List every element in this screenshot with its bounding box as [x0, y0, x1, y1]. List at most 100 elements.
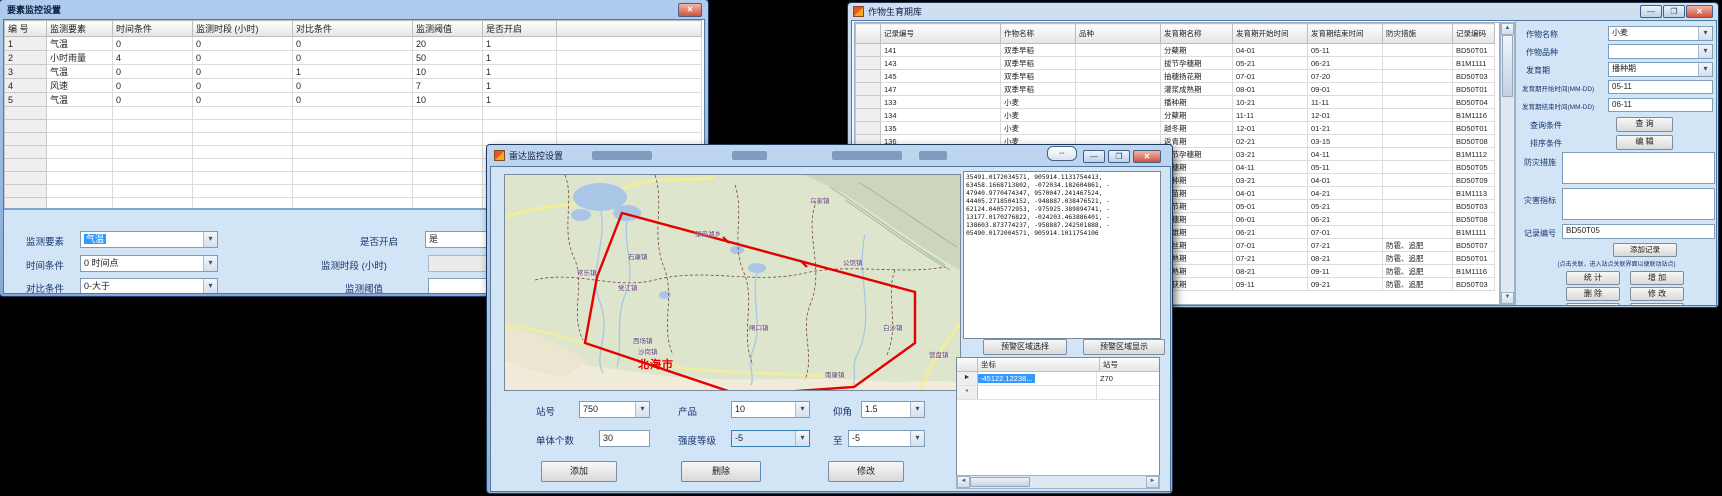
delete-button[interactable]: 删 除: [1566, 287, 1620, 301]
chevron-down-icon[interactable]: ▾: [203, 256, 217, 271]
product-select[interactable]: 10 ▾: [731, 401, 810, 418]
minimize-icon[interactable]: —: [1083, 150, 1105, 163]
growth-period-select[interactable]: 播种期 ▾: [1608, 62, 1713, 77]
chevron-down-icon[interactable]: ▾: [795, 431, 809, 446]
period-start-input[interactable]: 05-11: [1608, 80, 1713, 94]
table-row[interactable]: 134小麦分蘖期11-1112-01B1M1116: [856, 109, 1495, 122]
titlebar-radar[interactable]: 雷达监控设置 ⇔ — ❐ ✕: [487, 145, 1172, 165]
chevron-down-icon[interactable]: ▾: [203, 232, 217, 247]
resize-icon[interactable]: ⇔: [1047, 146, 1077, 161]
show-warning-area-button[interactable]: 预警区域显示: [1083, 339, 1165, 355]
chevron-down-icon[interactable]: ▾: [1698, 45, 1712, 58]
chevron-down-icon[interactable]: ▾: [910, 431, 924, 446]
map-canvas[interactable]: 北海市 乌家镇星岛湖乡石康镇常乐镇党江镇公馆镇闸口镇白沙镇西场镇沙岗镇南康镇营盘…: [504, 174, 961, 391]
cell-count-input[interactable]: 30: [599, 430, 650, 447]
minimize-icon[interactable]: —: [1640, 5, 1662, 18]
col-header[interactable]: 坐标: [978, 358, 1100, 371]
scroll-down-icon[interactable]: ▼: [1501, 292, 1514, 304]
table-row[interactable]: [5, 107, 702, 120]
polygon-coordinates-textarea[interactable]: 35491.0172034571, 905914.1131754413, 634…: [963, 171, 1161, 339]
measure-input[interactable]: [1562, 152, 1715, 184]
edit-button[interactable]: 编 辑: [1616, 135, 1673, 150]
table-row[interactable]: 1气温000201: [5, 37, 702, 51]
monitor-element-select[interactable]: 气温 ▾: [80, 231, 218, 248]
table-row[interactable]: 145双季早稻抽穗扬花期07-0107-20BD50T03: [856, 70, 1495, 83]
intensity-to-select[interactable]: -5 ▾: [848, 430, 925, 447]
chevron-down-icon[interactable]: ▾: [203, 279, 217, 294]
col-header[interactable]: 发育期结束时间: [1308, 24, 1383, 44]
col-header[interactable]: 品种: [1076, 24, 1161, 44]
record-id-input[interactable]: BD50T05: [1562, 224, 1715, 239]
table-row[interactable]: 133小麦播种期10-2111-11BD50T04: [856, 96, 1495, 109]
time-condition-select[interactable]: 0 时间点 ▾: [80, 255, 218, 272]
export-button[interactable]: 导 出: [1630, 303, 1684, 306]
col-header[interactable]: [856, 24, 881, 44]
close-icon[interactable]: ✕: [678, 3, 702, 17]
area-grid-new-row[interactable]: *: [957, 386, 1159, 400]
table-row[interactable]: 143双季早稻拔节孕穗期05-2106-21B1M1111: [856, 57, 1495, 70]
table-row[interactable]: 5气温000101: [5, 93, 702, 107]
modify-area-button[interactable]: 修改: [828, 461, 904, 482]
col-header[interactable]: 发育期开始时间: [1233, 24, 1308, 44]
titlebar-crop-db[interactable]: 作物生育期库 — ❐ ✕: [848, 3, 1718, 19]
col-header[interactable]: 监测时段 (小时): [193, 21, 293, 37]
scroll-thumb[interactable]: [970, 477, 1030, 487]
area-grid[interactable]: 坐标 站号 ► -45122.12238... Z70 *: [956, 357, 1160, 477]
import-button[interactable]: 导 入: [1566, 303, 1620, 306]
scroll-right-icon[interactable]: ►: [1146, 476, 1159, 488]
crop-table-scrollbar[interactable]: ▲ ▼: [1500, 22, 1515, 305]
area-grid-row[interactable]: ► -45122.12238... Z70: [957, 372, 1159, 386]
modify-button[interactable]: 修 改: [1630, 287, 1684, 301]
col-header[interactable]: 发育期名称: [1161, 24, 1233, 44]
add-record-button[interactable]: 添加记录: [1613, 243, 1677, 257]
area-grid-scrollbar[interactable]: ◄ ►: [956, 475, 1160, 489]
select-warning-area-button[interactable]: 预警区域选择: [983, 339, 1067, 355]
close-icon[interactable]: ✕: [1133, 150, 1161, 163]
crop-name-select[interactable]: 小麦 ▾: [1608, 26, 1713, 41]
scroll-thumb[interactable]: [1502, 35, 1513, 97]
scroll-left-icon[interactable]: ◄: [957, 476, 970, 488]
table-row[interactable]: [5, 133, 702, 146]
col-header[interactable]: 时间条件: [113, 21, 193, 37]
table-row[interactable]: 4风速00071: [5, 79, 702, 93]
col-header[interactable]: 记录编号: [881, 24, 1001, 44]
table-row[interactable]: 141双季早稻分蘖期04-0105-11BD50T01: [856, 44, 1495, 57]
col-header[interactable]: 是否开启: [483, 21, 557, 37]
add-area-button[interactable]: 添加: [541, 461, 617, 482]
col-header[interactable]: 对比条件: [293, 21, 413, 37]
add-button[interactable]: 增 加: [1630, 271, 1684, 285]
titlebar-element-monitor[interactable]: 要素监控设置 ✕: [0, 0, 708, 18]
chevron-down-icon[interactable]: ▾: [795, 402, 809, 417]
delete-area-button[interactable]: 删除: [681, 461, 761, 482]
station-select[interactable]: 750 ▾: [579, 401, 650, 418]
maximize-icon[interactable]: ❐: [1108, 150, 1130, 163]
chevron-down-icon[interactable]: ▾: [910, 402, 924, 417]
col-header[interactable]: 站号: [1100, 358, 1159, 371]
compare-condition-select[interactable]: 0-大于 ▾: [80, 278, 218, 294]
col-header[interactable]: 编 号: [5, 21, 47, 37]
col-header[interactable]: 监测阈值: [413, 21, 483, 37]
chevron-down-icon[interactable]: ▾: [1698, 27, 1712, 40]
period-end-input[interactable]: 06-11: [1608, 98, 1713, 112]
table-row[interactable]: 3气温001101: [5, 65, 702, 79]
stats-button[interactable]: 统 计: [1566, 271, 1620, 285]
table-row[interactable]: 135小麦越冬期12-0101-21BD50T01: [856, 122, 1495, 135]
table-row[interactable]: 147双季早稻灌浆成熟期08-0109-01BD50T01: [856, 83, 1495, 96]
col-header[interactable]: [557, 21, 702, 37]
col-header[interactable]: 防灾措施: [1383, 24, 1453, 44]
table-row[interactable]: 2小时雨量400501: [5, 51, 702, 65]
col-header[interactable]: 作物名称: [1001, 24, 1076, 44]
intensity-select[interactable]: -5 ▾: [731, 430, 810, 447]
maximize-icon[interactable]: ❐: [1663, 5, 1685, 18]
table-row[interactable]: [5, 120, 702, 133]
elevation-select[interactable]: 1.5 ▾: [861, 401, 925, 418]
col-header[interactable]: 监测要素: [47, 21, 113, 37]
scroll-up-icon[interactable]: ▲: [1501, 23, 1514, 35]
close-icon[interactable]: ✕: [1686, 5, 1713, 18]
col-header[interactable]: 记录编码: [1453, 24, 1495, 44]
chevron-down-icon[interactable]: ▾: [635, 402, 649, 417]
chevron-down-icon[interactable]: ▾: [1698, 63, 1712, 76]
indicator-input[interactable]: [1562, 188, 1715, 220]
query-button[interactable]: 查 询: [1616, 117, 1673, 132]
crop-variety-select[interactable]: ▾: [1608, 44, 1713, 59]
